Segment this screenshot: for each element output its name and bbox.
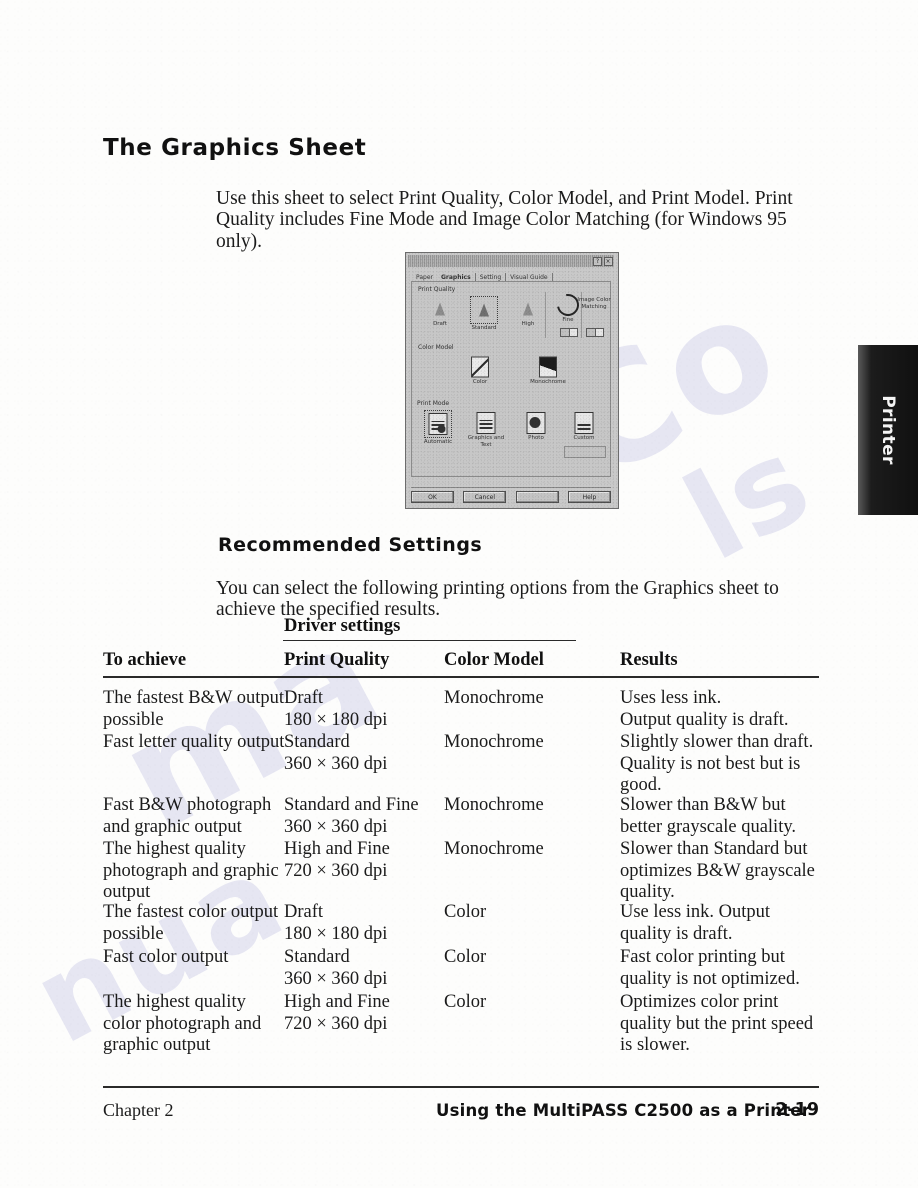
cell-results: Slower than B&W but better grayscale qua… — [620, 795, 797, 837]
footer-chapter: Chapter 2 — [103, 1100, 174, 1120]
column-header-results: Results — [620, 650, 678, 670]
cell-color-model: Monochrome — [444, 839, 544, 859]
dialog-button-row: OK Cancel Help — [411, 491, 611, 503]
cell-results: Fast color printing but quality is not o… — [620, 947, 800, 989]
cell-results: Uses less ink. Output quality is draft. — [620, 688, 789, 730]
printer-thumb-tab-label: Printer — [878, 395, 898, 465]
cell-print-quality: Draft 180 × 180 dpi — [284, 902, 388, 944]
image-color-matching-label: Image Color Matching — [577, 297, 611, 310]
monochrome-label: Monochrome — [530, 379, 566, 385]
automatic-icon — [424, 410, 452, 438]
dialog-body: Print Quality Draft Standard High Fine I… — [411, 281, 611, 477]
column-header-print-quality: Print Quality — [284, 650, 390, 670]
cell-color-model: Color — [444, 947, 487, 967]
standard-label: Standard — [471, 325, 497, 331]
color-model-monochrome[interactable]: Monochrome — [528, 356, 568, 386]
draft-label: Draft — [433, 321, 447, 327]
color-icon — [469, 356, 491, 378]
high-icon — [517, 298, 539, 320]
custom-label: Custom — [573, 435, 595, 441]
cell-to-achieve: The highest quality color photograph and… — [103, 992, 262, 1055]
cell-to-achieve: The fastest color output possible — [103, 902, 279, 944]
fine-toggle[interactable] — [560, 328, 578, 337]
color-model-color[interactable]: Color — [460, 356, 500, 386]
print-mode-automatic[interactable]: Automatic — [418, 410, 458, 446]
custom-icon — [573, 412, 595, 434]
print-quality-standard[interactable]: Standard — [464, 296, 504, 332]
image-color-matching-toggle[interactable] — [586, 328, 604, 337]
apply-button[interactable] — [515, 491, 559, 503]
cell-results: Optimizes color print quality but the pr… — [620, 992, 814, 1055]
cell-to-achieve: The fastest B&W output possible — [103, 688, 285, 730]
print-mode-graphics-and-text[interactable]: Graphics and Text — [466, 412, 506, 448]
footer-running-head: Using the MultiPASS C2500 as a Printer — [436, 1101, 811, 1120]
page-title: The Graphics Sheet — [103, 135, 367, 162]
table-group-rule — [283, 640, 576, 642]
fine-label: Fine — [562, 317, 574, 323]
cell-to-achieve: Fast color output — [103, 947, 229, 967]
footer-page-number: 2-19 — [775, 1100, 819, 1120]
cell-results: Slightly slower than draft. Quality is n… — [620, 732, 814, 795]
custom-settings-button[interactable] — [564, 446, 606, 458]
cell-print-quality: Standard and Fine 360 × 360 dpi — [284, 795, 419, 837]
automatic-label: Automatic — [423, 439, 453, 445]
print-mode-photo[interactable]: Photo — [516, 412, 556, 442]
standard-icon — [470, 296, 498, 324]
dialog-help-icon[interactable]: ? — [593, 256, 602, 266]
cell-color-model: Color — [444, 902, 487, 922]
cancel-button[interactable]: Cancel — [463, 491, 507, 503]
cell-color-model: Monochrome — [444, 688, 544, 708]
dialog-close-icon[interactable]: × — [603, 256, 613, 266]
photo-label: Photo — [528, 435, 544, 441]
dialog-separator — [411, 487, 611, 488]
cell-print-quality: Standard 360 × 360 dpi — [284, 947, 388, 989]
footer-rule — [103, 1086, 819, 1088]
cell-print-quality: Draft 180 × 180 dpi — [284, 688, 388, 730]
dialog-titlebar: ? × — [408, 255, 614, 267]
color-model-group-label: Color Model — [418, 344, 454, 351]
cell-results: Use less ink. Output quality is draft. — [620, 902, 771, 944]
cell-color-model: Monochrome — [444, 795, 544, 815]
print-quality-group-label: Print Quality — [418, 286, 456, 293]
print-mode-custom[interactable]: Custom — [564, 412, 604, 442]
column-header-color-model: Color Model — [444, 650, 544, 670]
graphics-sheet-dialog-figure: ? × Paper Graphics Setting Visual Guide … — [405, 252, 619, 509]
photo-icon — [525, 412, 547, 434]
image-color-matching-option[interactable]: Image Color Matching — [572, 295, 616, 310]
printer-thumb-tab[interactable]: Printer — [858, 345, 918, 515]
group-divider — [545, 292, 546, 338]
draft-icon — [429, 298, 451, 320]
cell-results: Slower than Standard but optimizes B&W g… — [620, 839, 815, 902]
print-mode-group-label: Print Mode — [417, 400, 450, 407]
color-label: Color — [472, 379, 488, 385]
table-header-rule — [103, 676, 819, 678]
document-content: The Graphics Sheet Use this sheet to sel… — [0, 0, 918, 1188]
cell-print-quality: Standard 360 × 360 dpi — [284, 732, 388, 774]
cell-to-achieve: The highest quality photograph and graph… — [103, 839, 279, 902]
cell-print-quality: High and Fine 720 × 360 dpi — [284, 839, 390, 881]
high-label: High — [521, 321, 535, 327]
section-title: Recommended Settings — [218, 533, 483, 556]
cell-color-model: Monochrome — [444, 732, 544, 752]
graphics-and-text-label: Graphics and Text — [467, 435, 505, 448]
monochrome-icon — [537, 356, 559, 378]
print-quality-high[interactable]: High — [508, 298, 548, 328]
section-paragraph: You can select the following printing op… — [216, 577, 779, 621]
ok-button[interactable]: OK — [411, 491, 454, 503]
print-quality-draft[interactable]: Draft — [420, 298, 460, 328]
intro-paragraph: Use this sheet to select Print Quality, … — [216, 187, 793, 252]
help-button[interactable]: Help — [567, 491, 611, 503]
table-group-header: Driver settings — [284, 616, 401, 636]
column-header-to-achieve: To achieve — [103, 650, 187, 670]
cell-color-model: Color — [444, 992, 487, 1012]
cell-print-quality: High and Fine 720 × 360 dpi — [284, 992, 390, 1034]
cell-to-achieve: Fast B&W photograph and graphic output — [103, 795, 272, 837]
cell-to-achieve: Fast letter quality output — [103, 732, 285, 752]
graphics-and-text-icon — [475, 412, 497, 434]
